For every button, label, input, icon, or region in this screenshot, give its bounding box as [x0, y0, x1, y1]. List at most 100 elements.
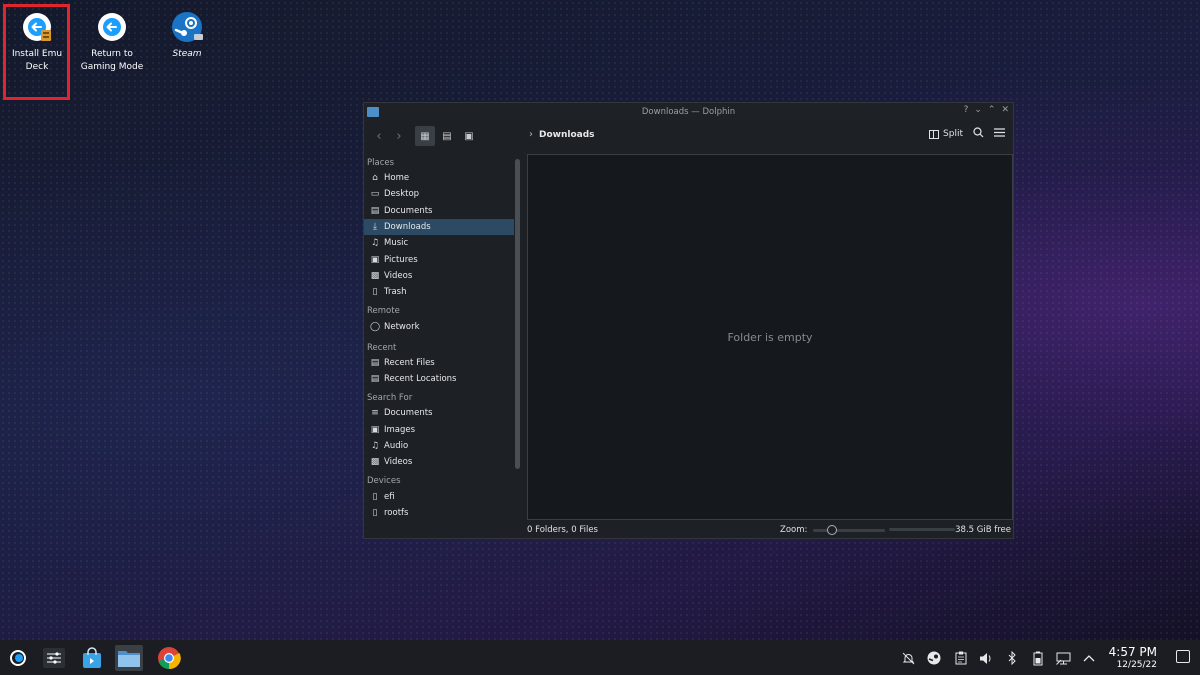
sidebar-item-trash[interactable]: ▯ Trash — [364, 284, 514, 300]
file-view[interactable]: Folder is empty — [527, 154, 1013, 520]
icons-view-icon[interactable]: ▦ — [415, 126, 435, 146]
volume-icon[interactable] — [978, 650, 994, 666]
sidebar-scrollbar[interactable] — [515, 159, 520, 469]
sidebar-item-network[interactable]: ◯ Network — [364, 318, 514, 334]
battery-icon[interactable] — [1030, 650, 1046, 666]
clipboard-icon[interactable] — [953, 650, 969, 666]
picture-icon: ▣ — [370, 254, 380, 265]
search-icon[interactable] — [973, 127, 984, 141]
desktop-icon-steam[interactable]: Steam — [152, 10, 222, 61]
steamdeck-logo-icon — [10, 650, 26, 666]
sidebar-item-search-videos[interactable]: ▩ Videos — [364, 454, 514, 470]
taskbar: 4:57 PM 12/25/22 — [0, 640, 1200, 675]
minimize-icon[interactable]: ⌄ — [974, 105, 982, 115]
maximize-icon[interactable]: ⌃ — [988, 105, 996, 115]
sidebar-section-remote: Remote — [367, 306, 400, 317]
places-panel: Places ⌂ Home ▭ Desktop ▤ Documents ⤓ Downlo… — [364, 154, 514, 539]
forward-arrow-icon[interactable]: › — [389, 126, 409, 146]
sidebar-item-documents[interactable]: ▤ Documents — [364, 203, 514, 219]
shopping-bag-icon — [83, 647, 101, 668]
dolphin-window: Downloads — Dolphin ? ⌄ ⌃ ✕ ‹ › ▦ ▤ ▣ › … — [363, 102, 1014, 539]
taskbar-chrome[interactable] — [155, 645, 183, 671]
drive-icon: ▯ — [372, 491, 378, 502]
sidebar-item-recent-files[interactable]: ▤ Recent Files — [364, 355, 514, 371]
home-icon: ⌂ — [372, 173, 378, 184]
sidebar-item-label: efi — [384, 491, 395, 502]
back-arrow-icon[interactable]: ‹ — [369, 126, 389, 146]
sidebar-item-rootfs[interactable]: ▯ rootfs — [364, 505, 514, 521]
image-icon: ▣ — [370, 424, 380, 435]
steam-icon — [170, 10, 204, 44]
chevron-up-icon[interactable] — [1081, 650, 1097, 666]
breadcrumb[interactable]: › Downloads — [529, 129, 595, 140]
breadcrumb-downloads[interactable]: Downloads — [539, 130, 595, 140]
sidebar-item-search-documents[interactable]: ≡ Documents — [364, 405, 514, 421]
desktop-icon-return-to-gaming-mode[interactable]: Return to Gaming Mode — [77, 10, 147, 74]
notifications-muted-icon[interactable] — [900, 650, 916, 666]
sidebar-item-search-audio[interactable]: ♫ Audio — [364, 438, 514, 454]
sidebar-item-label: Trash — [384, 287, 407, 298]
network-wired-icon[interactable] — [1055, 650, 1071, 666]
sidebar-item-label: Audio — [384, 441, 409, 451]
taskbar-discover[interactable] — [78, 645, 106, 671]
zoom-slider-handle[interactable] — [827, 524, 838, 535]
status-text: 0 Folders, 0 Files — [527, 525, 598, 535]
sidebar-item-desktop[interactable]: ▭ Desktop — [364, 186, 514, 202]
zoom-slider[interactable] — [813, 524, 886, 535]
digital-clock[interactable]: 4:57 PM 12/25/22 — [1109, 645, 1157, 671]
download-icon: ⤓ — [373, 222, 377, 233]
music-note-icon: ♫ — [370, 441, 380, 451]
zoom-label: Zoom: — [780, 525, 808, 535]
close-icon[interactable]: ✕ — [1001, 105, 1009, 115]
show-desktop-button[interactable] — [1176, 650, 1190, 663]
sidebar-item-pictures[interactable]: ▣ Pictures — [364, 251, 514, 267]
details-view-icon[interactable]: ▣ — [459, 126, 479, 146]
window-titlebar[interactable]: Downloads — Dolphin ? ⌄ ⌃ ✕ — [364, 103, 1013, 121]
split-label: Split — [943, 129, 963, 139]
sidebar-item-downloads[interactable]: ⤓ Downloads — [364, 218, 514, 236]
sidebar-item-label: Music — [384, 238, 409, 249]
chevron-right-icon: › — [529, 129, 533, 140]
document-icon: ▤ — [370, 205, 380, 216]
taskbar-dolphin[interactable] — [115, 645, 143, 671]
folder-icon — [118, 651, 140, 667]
sidebar-item-label: Documents — [384, 205, 433, 216]
trash-icon: ▯ — [372, 287, 378, 298]
hamburger-menu-icon[interactable] — [994, 128, 1005, 140]
drive-icon: ▯ — [372, 507, 378, 518]
system-tray: 4:57 PM 12/25/22 — [880, 640, 1200, 675]
recent-folder-icon: ▤ — [370, 374, 380, 385]
music-note-icon: ♫ — [370, 238, 380, 249]
sidebar-item-efi[interactable]: ▯ efi — [364, 488, 514, 504]
desktop-icon: ▭ — [370, 189, 380, 200]
sidebar-item-label: Images — [384, 424, 416, 435]
steam-tray-icon[interactable] — [926, 650, 942, 666]
highlight-box — [3, 4, 70, 100]
sidebar-section-search-for: Search For — [367, 393, 413, 404]
sidebar-item-label: Videos — [384, 270, 413, 281]
sidebar-item-music[interactable]: ♫ Music — [364, 235, 514, 251]
clock-date: 12/25/22 — [1116, 660, 1157, 670]
return-to-gaming-mode-icon — [95, 10, 129, 44]
bluetooth-icon[interactable] — [1004, 650, 1020, 666]
text-lines-icon: ≡ — [371, 408, 379, 419]
sidebar-item-videos[interactable]: ▩ Videos — [364, 268, 514, 284]
sidebar-item-label: Home — [384, 173, 410, 184]
free-space-label: 38.5 GiB free — [955, 525, 1011, 535]
sidebar-item-label: Recent Files — [384, 357, 435, 368]
application-launcher[interactable] — [4, 645, 32, 671]
sidebar-item-home[interactable]: ⌂ Home — [364, 170, 514, 186]
sidebar-item-label: Documents — [384, 408, 433, 419]
taskbar-system-settings[interactable] — [40, 645, 68, 671]
sidebar-section-recent: Recent — [367, 342, 397, 353]
sidebar-item-recent-locations[interactable]: ▤ Recent Locations — [364, 371, 514, 387]
help-icon[interactable]: ? — [964, 105, 969, 115]
empty-folder-message: Folder is empty — [727, 330, 813, 344]
status-bar: 0 Folders, 0 Files Zoom: 38.5 GiB free — [527, 523, 1013, 537]
folder-icon — [367, 107, 379, 117]
compact-view-icon[interactable]: ▤ — [437, 126, 457, 146]
sidebar-item-search-images[interactable]: ▣ Images — [364, 422, 514, 438]
split-icon — [929, 129, 940, 139]
toolbar: ‹ › ▦ ▤ ▣ › Downloads Split — [364, 121, 1013, 151]
split-button[interactable]: Split — [929, 129, 963, 139]
